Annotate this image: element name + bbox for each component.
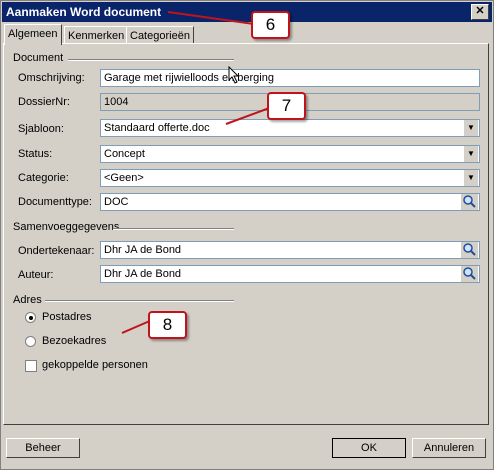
callout-7: 7: [267, 92, 306, 120]
callout-8: 8: [148, 311, 187, 339]
callout-lines: [121, 11, 273, 334]
mouse-pointer-icon: [228, 66, 240, 84]
callout-6: 6: [251, 11, 290, 39]
tab-algemeen[interactable]: Algemeen: [4, 24, 62, 45]
